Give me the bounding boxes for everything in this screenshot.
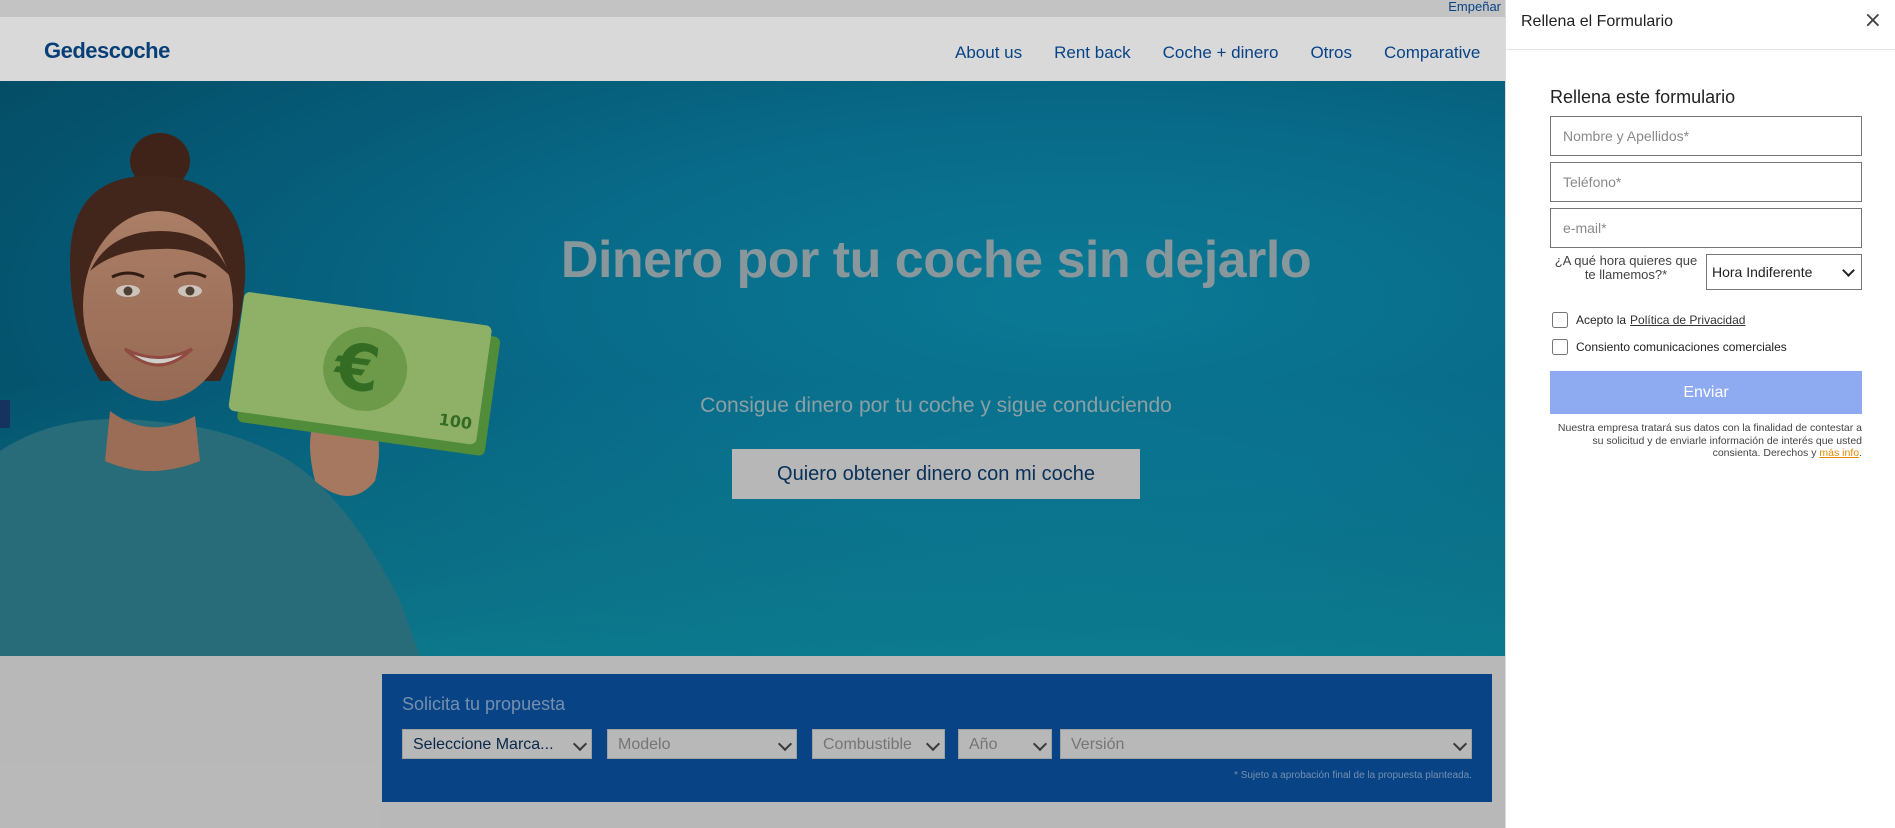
call-time-label: ¿A qué hora quieres que te llamemos?* bbox=[1554, 253, 1698, 282]
form-title: Rellena este formulario bbox=[1550, 87, 1736, 107]
background-page: Empeñar Gedescoche About us Rent back Co… bbox=[0, 0, 1505, 828]
commercial-label: Consiento comunicaciones comerciales bbox=[1576, 340, 1787, 354]
call-time-value: Hora Indiferente bbox=[1712, 264, 1813, 280]
commercial-checkbox[interactable] bbox=[1552, 339, 1568, 355]
legal-end: . bbox=[1859, 447, 1862, 459]
name-field[interactable] bbox=[1550, 116, 1862, 156]
privacy-policy-link[interactable]: Política de Privacidad bbox=[1630, 313, 1745, 327]
close-icon[interactable]: × bbox=[1858, 9, 1888, 33]
more-info-link[interactable]: más info bbox=[1819, 447, 1859, 459]
privacy-checkbox[interactable] bbox=[1552, 312, 1568, 328]
legal-text: Nuestra empresa tratará sus datos con la… bbox=[1550, 422, 1862, 460]
submit-button[interactable]: Enviar bbox=[1550, 371, 1862, 414]
legal-body: Nuestra empresa tratará sus datos con la… bbox=[1557, 422, 1862, 459]
panel-header: Rellena el Formulario × bbox=[1506, 0, 1895, 50]
chevron-down-icon bbox=[1842, 264, 1855, 277]
phone-field[interactable] bbox=[1550, 162, 1862, 202]
email-field[interactable] bbox=[1550, 208, 1862, 248]
privacy-label: Acepto la bbox=[1576, 313, 1627, 327]
call-time-select[interactable]: Hora Indiferente bbox=[1706, 254, 1862, 290]
modal-backdrop[interactable] bbox=[0, 0, 1505, 828]
panel-title: Rellena el Formulario bbox=[1521, 13, 1674, 30]
commercial-checkbox-row: Consiento comunicaciones comerciales bbox=[1550, 339, 1787, 355]
form-panel: Rellena el Formulario × Rellena este for… bbox=[1505, 0, 1895, 828]
privacy-checkbox-row: Acepto la Política de Privacidad bbox=[1550, 312, 1745, 328]
